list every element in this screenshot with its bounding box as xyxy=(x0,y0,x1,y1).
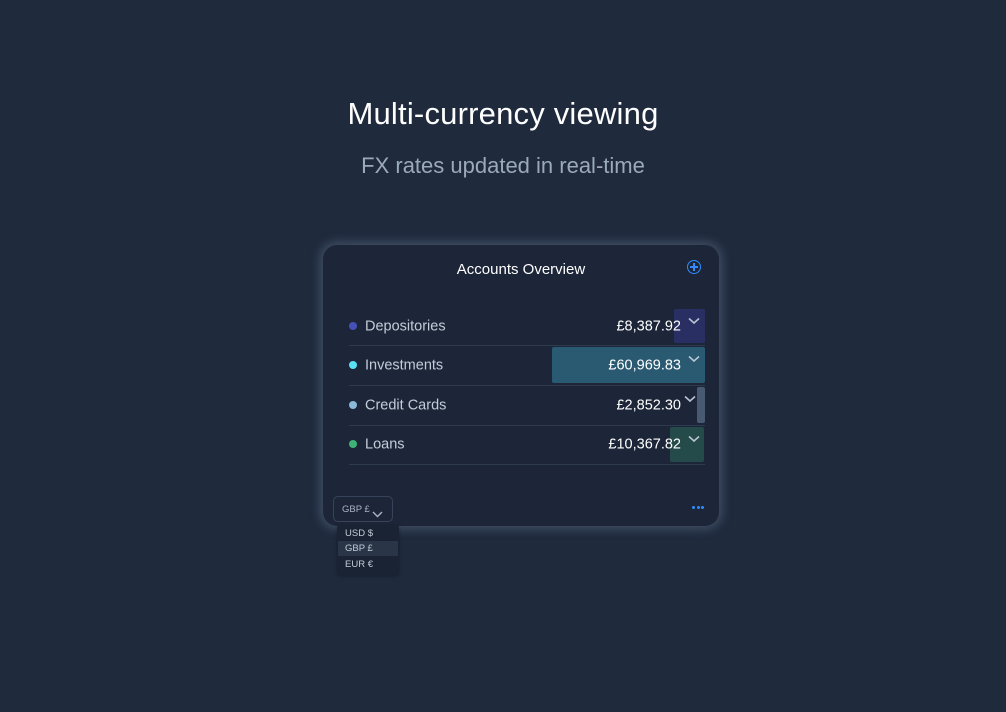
account-share-bar xyxy=(697,387,705,423)
account-row-investments[interactable]: Investments £60,969.83 xyxy=(349,346,705,386)
add-account-button[interactable] xyxy=(687,260,701,274)
ellipsis-icon xyxy=(701,506,704,509)
accounts-overview-card: Accounts Overview Depositories £8,387.92… xyxy=(323,245,719,526)
currency-select[interactable]: GBP £ xyxy=(333,496,393,522)
account-color-dot xyxy=(349,440,357,448)
ellipsis-icon xyxy=(692,506,695,509)
account-row-depositories[interactable]: Depositories £8,387.92 xyxy=(349,308,705,346)
accounts-list: Depositories £8,387.92 Investments £60,9… xyxy=(349,308,705,465)
chevron-down-icon xyxy=(372,505,383,523)
chevron-down-icon[interactable] xyxy=(688,355,700,363)
account-color-dot xyxy=(349,321,357,330)
card-title: Accounts Overview xyxy=(456,261,586,278)
account-row-credit-cards[interactable]: Credit Cards £2,852.30 xyxy=(349,386,705,426)
currency-selected-value: GBP £ xyxy=(342,504,370,515)
account-label: Depositories xyxy=(365,318,446,335)
account-amount: £60,969.83 xyxy=(608,357,681,374)
currency-option-gbp[interactable]: GBP £ xyxy=(338,541,398,556)
currency-option-usd[interactable]: USD $ xyxy=(338,526,398,541)
account-color-dot xyxy=(349,360,357,369)
currency-dropdown-menu: USD $ GBP £ EUR € xyxy=(337,525,399,575)
chevron-down-icon[interactable] xyxy=(684,395,696,403)
ellipsis-icon xyxy=(696,506,700,509)
account-row-loans[interactable]: Loans £10,367.82 xyxy=(349,426,705,465)
chevron-down-icon[interactable] xyxy=(688,435,700,443)
chevron-down-icon[interactable] xyxy=(688,317,700,325)
account-amount: £8,387.92 xyxy=(616,318,681,335)
account-color-dot xyxy=(349,400,357,409)
page-subtitle: FX rates updated in real-time xyxy=(361,153,645,178)
account-amount: £2,852.30 xyxy=(616,397,681,414)
account-label: Credit Cards xyxy=(365,397,447,414)
account-label: Loans xyxy=(365,436,405,453)
account-amount: £10,367.82 xyxy=(608,436,681,453)
currency-option-eur[interactable]: EUR € xyxy=(338,557,398,572)
more-options-button[interactable] xyxy=(692,506,704,510)
page-title: Multi-currency viewing xyxy=(347,96,659,131)
account-label: Investments xyxy=(365,357,444,374)
